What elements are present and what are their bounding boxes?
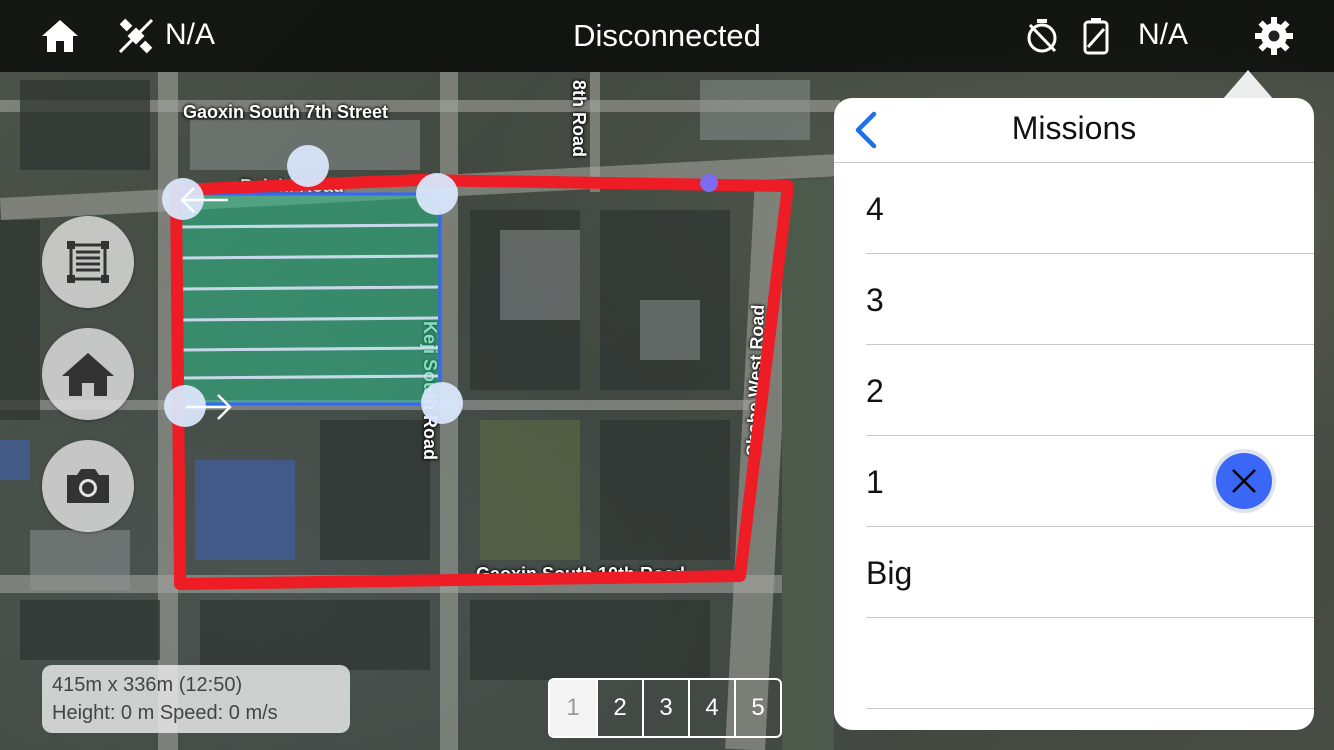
height-speed: Height: 0 m Speed: 0 m/s [52, 702, 278, 724]
top-status-bar: N/A Disconnected N/A [0, 0, 1334, 72]
page-selector: 12345 [548, 678, 782, 738]
mission-label: 2 [866, 373, 884, 409]
mission-info-box: 415m x 336m (12:50) Height: 0 m Speed: 0… [42, 665, 350, 733]
missions-title: Missions [1011, 110, 1137, 146]
home-icon[interactable] [38, 14, 82, 58]
close-icon [1232, 469, 1256, 493]
survey-corner-handle[interactable] [416, 173, 458, 215]
gear-icon[interactable] [1252, 14, 1296, 58]
mission-label: 3 [866, 282, 884, 318]
mission-item[interactable]: 3 [866, 254, 1314, 345]
mission-item[interactable]: 2 [866, 345, 1314, 436]
battery-icon [1074, 14, 1118, 58]
page-button[interactable]: 3 [642, 680, 688, 736]
mission-label: Big [866, 555, 913, 591]
page-button[interactable]: 2 [596, 680, 642, 736]
survey-grid-icon [67, 241, 109, 283]
mission-label: 1 [866, 464, 884, 500]
boundary-vertex[interactable] [700, 174, 718, 192]
mission-item[interactable]: 1 [866, 436, 1314, 527]
page-button[interactable]: 1 [550, 680, 596, 736]
battery-value: N/A [1138, 18, 1189, 51]
camera-icon [67, 469, 109, 503]
delete-mission-button[interactable] [1216, 453, 1272, 509]
empty-row [866, 618, 1314, 709]
missions-panel: Missions 4 3 2 1 Big [834, 98, 1314, 730]
page-button[interactable]: 5 [734, 680, 780, 736]
gps-signal-value: N/A [165, 18, 216, 51]
home-point-icon [62, 353, 114, 396]
page-button[interactable]: 4 [688, 680, 734, 736]
camera-button[interactable] [42, 440, 134, 532]
mission-item[interactable]: Big [866, 527, 1314, 618]
area-dimensions: 415m x 336m (12:50) [52, 674, 243, 696]
satellite-icon [114, 14, 158, 58]
missions-header: Missions [834, 98, 1314, 163]
missions-list: 4 3 2 1 Big [834, 163, 1314, 709]
survey-corner-handle[interactable] [421, 382, 463, 424]
mission-item[interactable]: 4 [866, 163, 1314, 254]
popover-arrow [1222, 70, 1274, 100]
timer-off-icon [1020, 14, 1064, 58]
mission-label: 4 [866, 191, 884, 227]
mission-mode-button[interactable] [42, 216, 134, 308]
home-point-button[interactable] [42, 328, 134, 420]
survey-edge-handle[interactable] [287, 145, 329, 187]
